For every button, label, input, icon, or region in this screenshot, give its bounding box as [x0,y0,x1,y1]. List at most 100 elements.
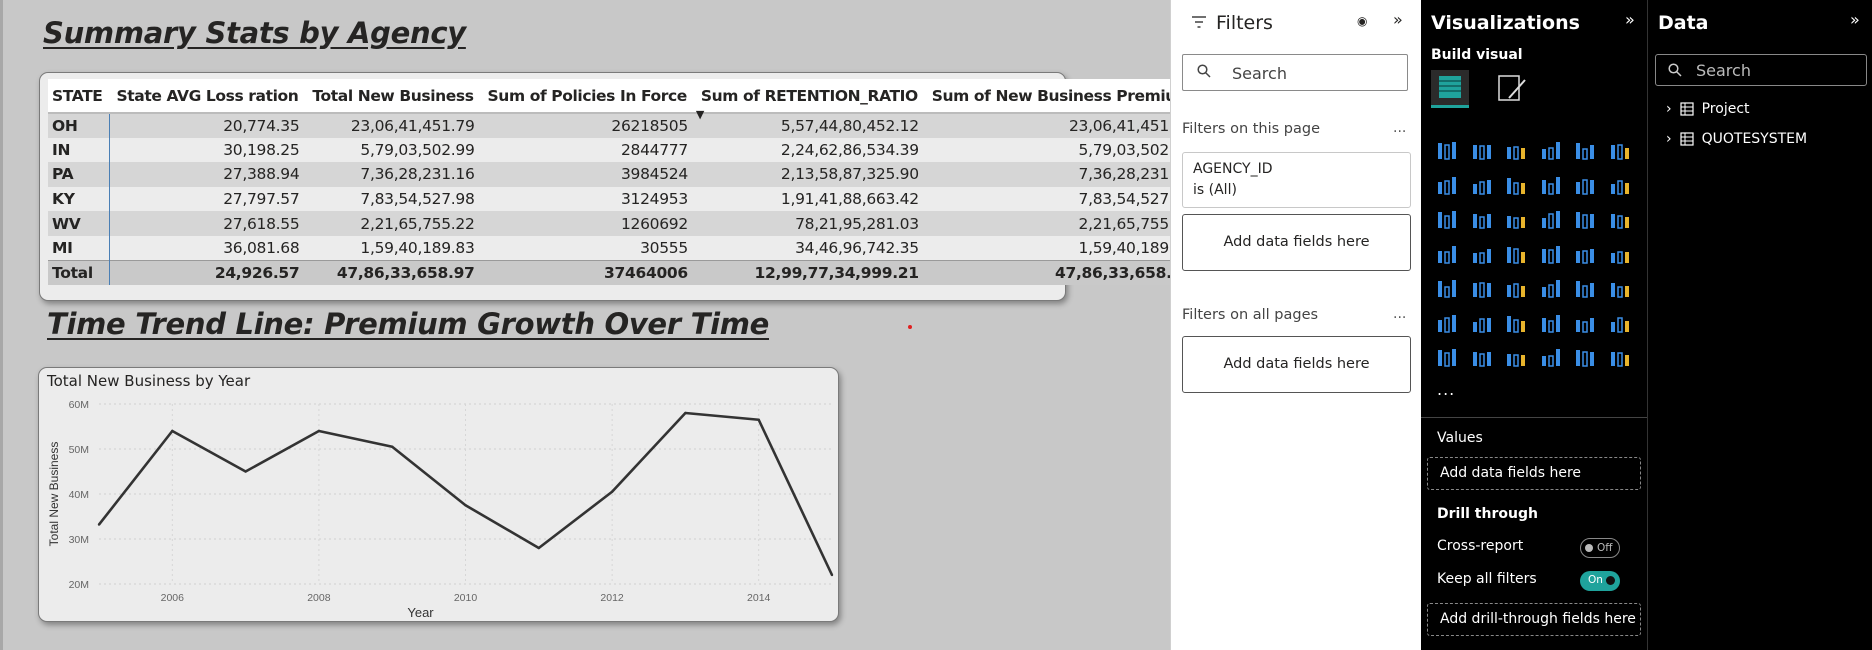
x-tick-label: 2010 [454,592,478,604]
keep-all-filters-toggle[interactable]: On [1580,571,1620,591]
gauge-icon[interactable] [1571,240,1599,268]
format-visual-tab-icon[interactable] [1495,72,1529,106]
collapse-data-icon[interactable]: » [1850,10,1860,29]
y-tick-label: 60M [69,399,89,411]
table-quotesystem[interactable]: › QUOTESYSTEM [1666,131,1807,147]
more-visuals-icon[interactable]: ... [1437,380,1455,399]
metrics-icon[interactable] [1468,343,1496,371]
chevron-right-icon[interactable]: › [1666,131,1672,147]
column-header-total-new-business[interactable]: Total New Business [305,79,481,114]
stacked-area-icon[interactable] [1502,171,1530,199]
area-chart-icon[interactable] [1468,171,1496,199]
column-header-avg-loss[interactable]: State AVG Loss ration [109,79,306,114]
total-new-business-premium: 47,86,33,658.97 [924,260,1199,286]
page-filter-drop-zone[interactable]: Add data fields here [1182,214,1411,271]
filters-on-page-label: Filters on this page [1182,121,1321,137]
table-row[interactable]: MI 36,081.68 1,59,40,189.83 30555 34,46,96,7… [48,235,1199,261]
summary-heading: Summary Stats by Agency [43,16,466,50]
table-row[interactable]: OH 20,774.35 23,06,41,451.79 26218505 5,57,4… [48,113,1199,138]
drill-through-drop-zone[interactable]: Add drill-through fields here [1427,603,1641,636]
waterfall-icon[interactable] [1468,205,1496,233]
table-row[interactable]: IN 30,198.25 5,79,03,502.99 2844777 2,24,62,… [48,137,1199,163]
table-name: QUOTESYSTEM [1701,131,1808,147]
kpi-icon[interactable] [1468,274,1496,302]
y-tick-label: 30M [69,534,89,546]
scatter-icon[interactable] [1537,205,1565,233]
paginated-report-icon[interactable] [1433,343,1461,371]
x-tick-label: 2006 [161,592,185,604]
cell-new-business-premium: 2,21,65,755.22 [924,211,1199,236]
card-icon[interactable] [1606,240,1634,268]
pie-chart-icon[interactable] [1571,205,1599,233]
100-area-icon[interactable] [1537,171,1565,199]
stacked-column-icon[interactable] [1468,136,1496,164]
chevron-right-icon[interactable]: › [1666,101,1672,117]
more-options-icon[interactable]: ... [1393,306,1406,322]
search-placeholder: Search [1696,61,1751,80]
cell-avg-loss: 36,081.68 [109,235,306,261]
cell-retention-ratio: 34,46,96,742.35 [693,235,925,261]
power-apps-icon[interactable] [1571,343,1599,371]
cell-new-business-premium: 7,83,54,527.98 [924,186,1199,212]
data-point [464,504,467,507]
trophy-icon[interactable] [1606,309,1634,337]
cross-report-toggle[interactable]: Off [1580,538,1620,558]
all-pages-filter-drop-zone[interactable]: Add data fields here [1182,336,1411,393]
slicer-icon[interactable] [1502,274,1530,302]
stacked-bar-icon[interactable] [1433,136,1461,164]
multirow-card-icon[interactable] [1433,274,1461,302]
values-label: Values [1437,430,1483,446]
ribbon-chart-icon[interactable] [1433,205,1461,233]
key-influencers-icon[interactable] [1468,309,1496,337]
collapse-visualizations-icon[interactable]: » [1625,10,1635,29]
100-column-icon[interactable] [1606,136,1634,164]
eye-icon[interactable]: ◉ [1357,14,1367,28]
table-row[interactable]: WV 27,618.55 2,21,65,755.22 1260692 78,21,95… [48,211,1199,236]
x-tick-label: 2008 [307,592,331,604]
100-bar-icon[interactable] [1571,136,1599,164]
filled-map-icon[interactable] [1502,240,1530,268]
matrix-icon[interactable] [1571,274,1599,302]
line-chart-icon[interactable] [1433,171,1461,199]
clustered-bar-icon[interactable] [1502,136,1530,164]
line-column-icon[interactable] [1571,171,1599,199]
python-visual-icon[interactable] [1433,309,1461,337]
cell-total-new-business: 23,06,41,451.79 [305,113,481,138]
filters-search-input[interactable]: Search [1182,54,1408,91]
cell-retention-ratio: 2,13,58,87,325.90 [693,162,925,187]
table-project[interactable]: › Project [1666,101,1750,117]
r-visual-icon[interactable] [1606,274,1634,302]
funnel-icon[interactable] [1502,205,1530,233]
table-icon[interactable] [1537,274,1565,302]
power-automate-icon[interactable] [1502,343,1530,371]
column-header-policies-in-force[interactable]: Sum of Policies In Force [480,79,694,114]
data-point [97,523,101,526]
cell-avg-loss: 27,797.57 [109,186,306,212]
qna-icon[interactable] [1537,309,1565,337]
get-more-visuals-icon[interactable] [1606,343,1634,371]
column-header-state[interactable]: STATE [48,79,110,114]
data-search-input[interactable]: Search [1655,54,1867,86]
donut-chart-icon[interactable] [1606,205,1634,233]
data-point [537,546,540,550]
arcgis-icon[interactable] [1537,343,1565,371]
map-icon[interactable] [1468,240,1496,268]
summary-table-visual[interactable]: STATE State AVG Loss ration Total New Bu… [39,72,1199,301]
column-header-new-business-premium[interactable]: Sum of New Business Premium [924,79,1199,114]
more-options-icon[interactable]: ... [1393,120,1406,136]
azure-map-icon[interactable] [1537,240,1565,268]
build-visual-tab-icon[interactable] [1431,70,1469,108]
table-header-row: STATE State AVG Loss ration Total New Bu… [48,79,1199,120]
agency-id-filter-card[interactable]: AGENCY_ID is (All) [1182,152,1411,208]
narrative-icon[interactable] [1571,309,1599,337]
collapse-filters-icon[interactable]: » [1393,10,1403,29]
values-drop-zone[interactable]: Add data fields here [1427,457,1641,490]
column-header-retention-ratio[interactable]: Sum of RETENTION_RATIO ▼ [693,79,925,120]
table-row[interactable]: PA 27,388.94 7,36,28,231.16 3984524 2,13,58,… [48,162,1199,187]
table-row[interactable]: KY 27,797.57 7,83,54,527.98 3124953 1,91,41,… [48,186,1199,212]
line-clustered-column-icon[interactable] [1606,171,1634,199]
clustered-column-icon[interactable] [1537,136,1565,164]
decomposition-tree-icon[interactable] [1502,309,1530,337]
line-chart-visual[interactable]: 20M 30M 40M 50M 60M 2006 2008 2010 2012 2014 Year T… [38,367,839,622]
treemap-icon[interactable] [1433,240,1461,268]
